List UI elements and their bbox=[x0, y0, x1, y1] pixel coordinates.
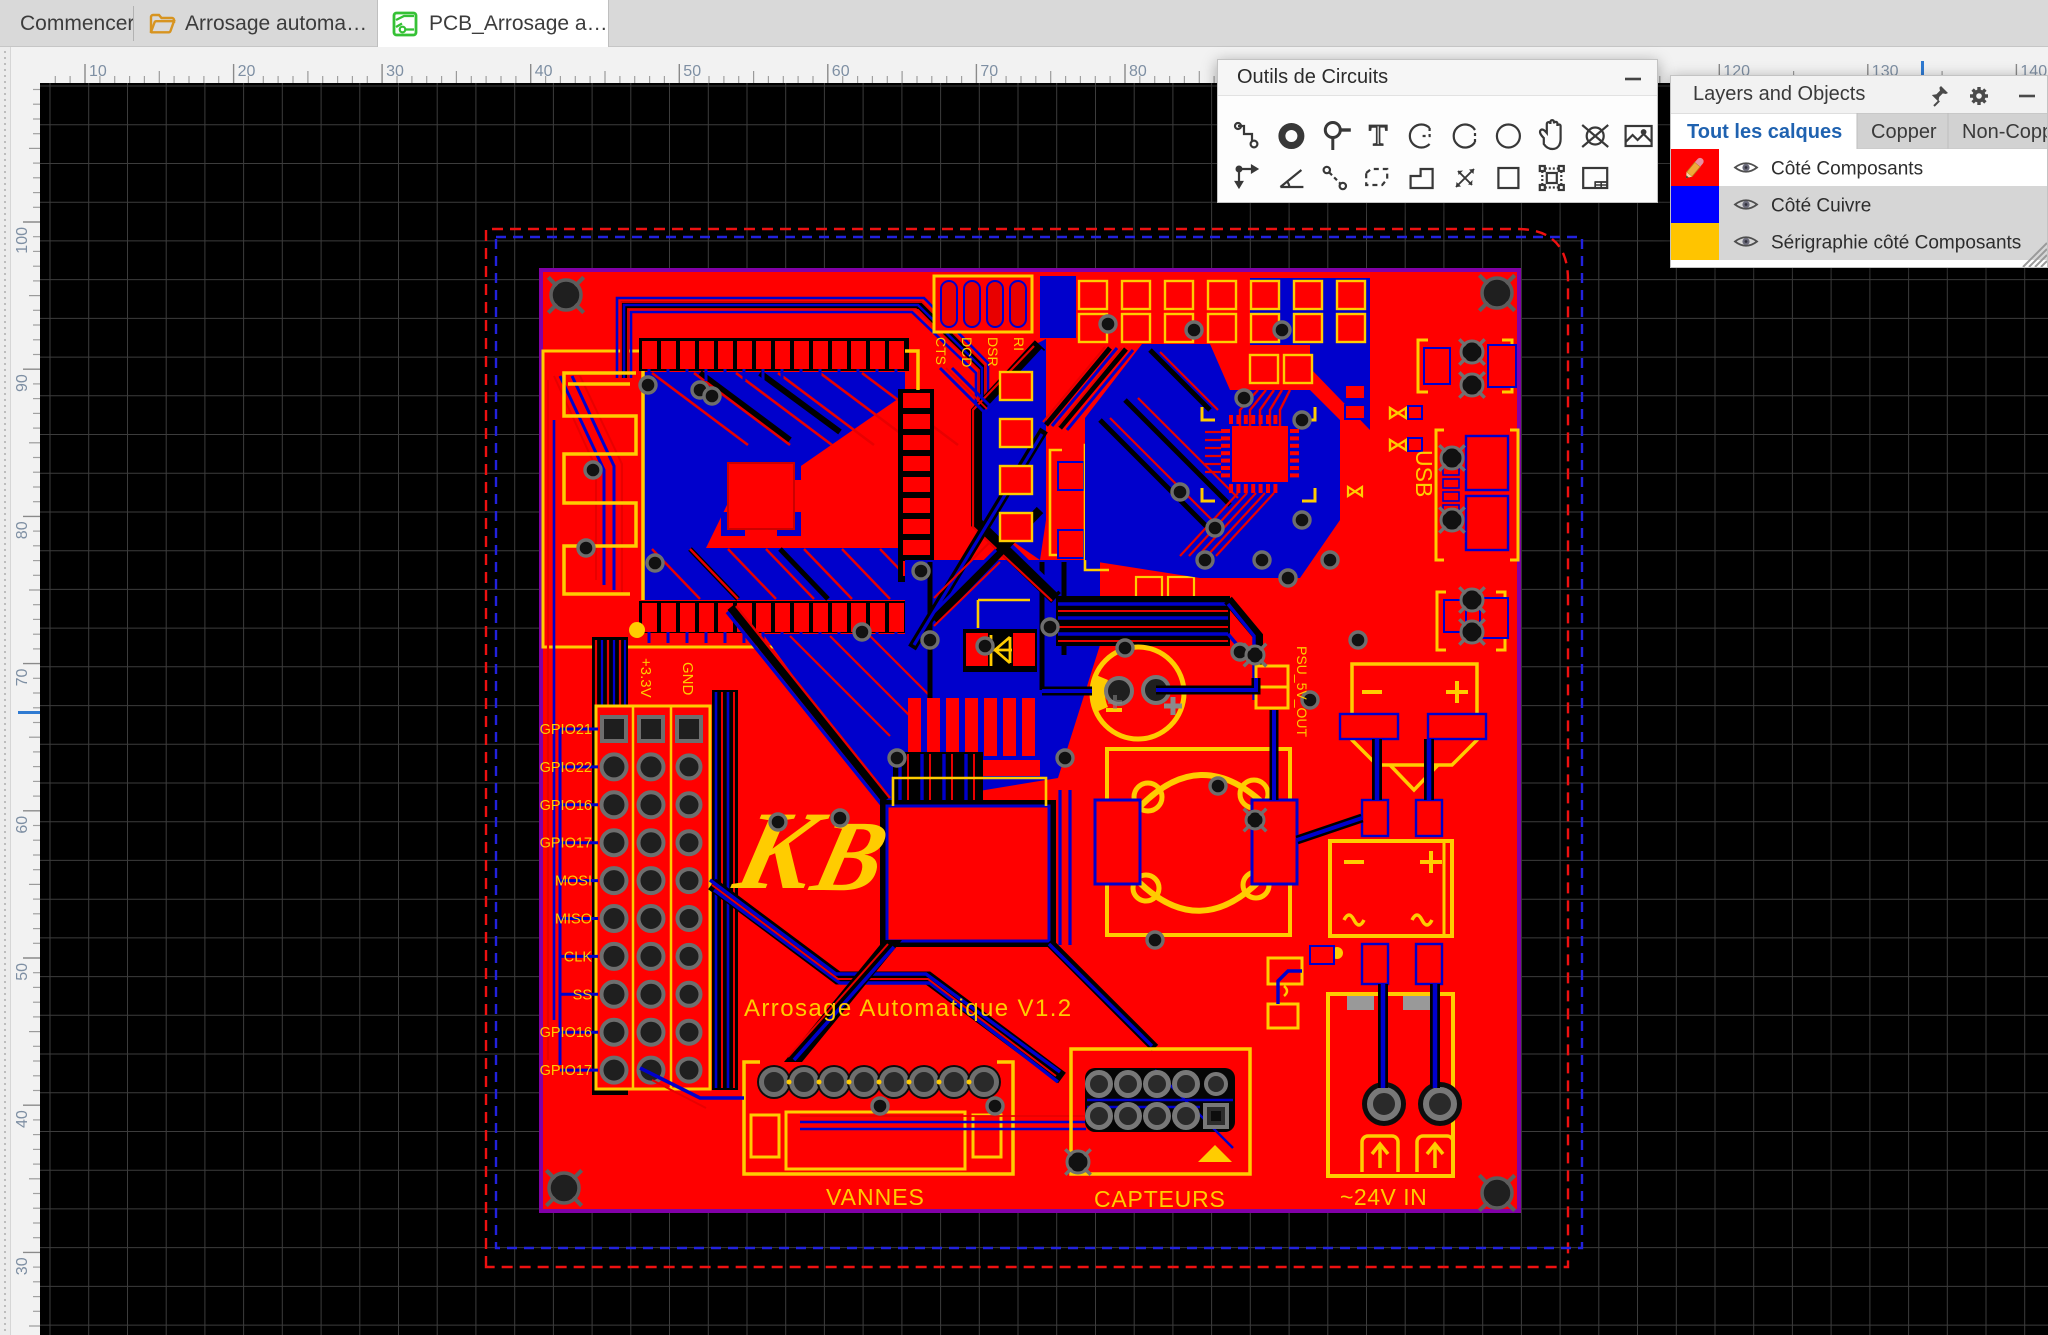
svg-text:50: 50 bbox=[14, 963, 31, 981]
svg-text:+3.3V: +3.3V bbox=[637, 658, 654, 698]
svg-text:Côté Cuivre: Côté Cuivre bbox=[1771, 196, 1871, 217]
svg-text:CLK: CLK bbox=[564, 949, 593, 965]
svg-text:DCD: DCD bbox=[959, 337, 975, 367]
svg-text:GPIO21: GPIO21 bbox=[540, 722, 592, 738]
svg-text:20: 20 bbox=[238, 63, 256, 80]
svg-text:70: 70 bbox=[14, 668, 31, 686]
svg-text:GPIO17: GPIO17 bbox=[540, 836, 592, 852]
svg-text:40: 40 bbox=[535, 63, 553, 80]
svg-text:80: 80 bbox=[1129, 63, 1147, 80]
svg-text:Arrosage Automatique V1.2: Arrosage Automatique V1.2 bbox=[744, 995, 1073, 1022]
svg-text:10: 10 bbox=[89, 63, 107, 80]
svg-text:SS: SS bbox=[573, 987, 592, 1003]
svg-text:VANNES: VANNES bbox=[826, 1184, 925, 1210]
svg-text:50: 50 bbox=[683, 63, 701, 80]
svg-text:100: 100 bbox=[14, 227, 31, 254]
svg-text:90: 90 bbox=[14, 374, 31, 392]
svg-text:CAPTEURS: CAPTEURS bbox=[1094, 1186, 1226, 1212]
svg-text:RI: RI bbox=[1011, 337, 1027, 351]
svg-text:30: 30 bbox=[14, 1257, 31, 1275]
svg-text:Copper: Copper bbox=[1871, 121, 1937, 143]
svg-text:Sérigraphie côté Composants: Sérigraphie côté Composants bbox=[1771, 233, 2021, 254]
svg-text:GND: GND bbox=[679, 662, 696, 696]
svg-text:Non-Coppe: Non-Coppe bbox=[1962, 121, 2048, 143]
svg-text:30: 30 bbox=[386, 63, 404, 80]
svg-text:GPIO22: GPIO22 bbox=[540, 760, 592, 776]
svg-text:GPIO16: GPIO16 bbox=[540, 798, 592, 814]
svg-text:Côté Composants: Côté Composants bbox=[1771, 159, 1923, 180]
svg-text:60: 60 bbox=[832, 63, 850, 80]
svg-text:USB: USB bbox=[1411, 450, 1437, 497]
svg-text:GPIO17: GPIO17 bbox=[540, 1063, 592, 1079]
svg-text:PSU_5V_OUT: PSU_5V_OUT bbox=[1294, 646, 1310, 737]
svg-text:DSR: DSR bbox=[985, 337, 1001, 367]
svg-text:~24V IN: ~24V IN bbox=[1340, 1184, 1427, 1210]
svg-text:MOSI: MOSI bbox=[555, 874, 592, 890]
svg-text:60: 60 bbox=[14, 816, 31, 834]
svg-text:GPIO16: GPIO16 bbox=[540, 1025, 592, 1041]
svg-text:T: T bbox=[1369, 119, 1387, 152]
svg-text:80: 80 bbox=[14, 521, 31, 539]
svg-text:40: 40 bbox=[14, 1110, 31, 1128]
svg-text:MISO: MISO bbox=[555, 912, 592, 928]
svg-text:70: 70 bbox=[980, 63, 998, 80]
svg-text:CTS: CTS bbox=[933, 337, 949, 365]
svg-text:Tout les calques: Tout les calques bbox=[1687, 121, 1842, 143]
